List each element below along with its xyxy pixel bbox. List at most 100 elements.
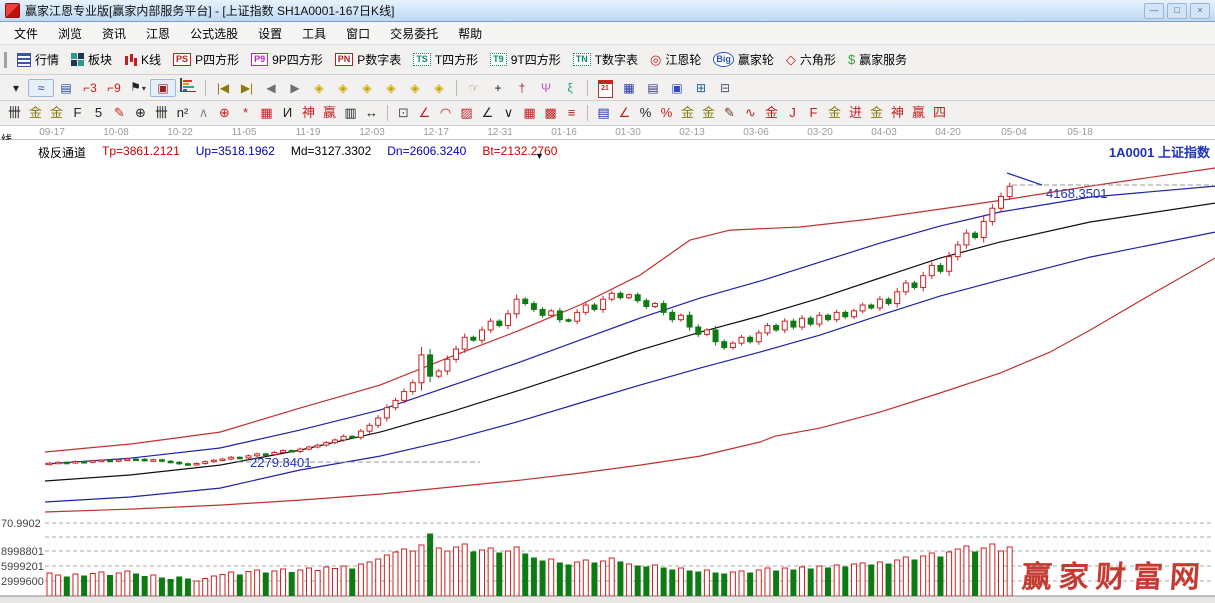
grid-arrow-box-button[interactable]: ▩ bbox=[540, 104, 561, 122]
close-button[interactable]: × bbox=[1190, 3, 1210, 19]
compress-9-bars-button[interactable]: ⌐9 bbox=[102, 79, 126, 97]
toolbar-button-kline[interactable]: K线 bbox=[118, 49, 167, 70]
stock-info-doc-button[interactable]: ▤ bbox=[54, 79, 78, 97]
red-grid-box-button[interactable]: ▦ bbox=[519, 104, 540, 122]
price-ruler-button[interactable]: ▥ bbox=[340, 104, 361, 122]
mark-pin-tool-button[interactable]: † bbox=[510, 79, 534, 97]
pattern-mark-tool-button[interactable]: Ψ bbox=[534, 79, 558, 97]
wave-abc-button[interactable]: ∿ bbox=[740, 104, 761, 122]
gann-model-box-button[interactable]: ▣ bbox=[150, 79, 176, 97]
chip-distribution-button[interactable]: ≈ bbox=[28, 79, 54, 97]
fibonacci-line-button[interactable]: F bbox=[67, 104, 88, 122]
toolbar-button-winner-service[interactable]: $赢家服务 bbox=[842, 49, 913, 70]
indicator-name[interactable]: 极反通道 bbox=[38, 144, 86, 161]
gold-speed-line-button[interactable]: 金 bbox=[824, 104, 845, 122]
zigzag-wave-button[interactable]: ∨ bbox=[498, 104, 519, 122]
toolbar-button-sectors[interactable]: 板块 bbox=[65, 49, 118, 70]
win-angle-line-button[interactable]: 赢 bbox=[908, 104, 929, 122]
toolbar-button-hexagon[interactable]: ◇六角形 bbox=[780, 49, 842, 70]
minimize-button[interactable]: — bbox=[1144, 3, 1164, 19]
calendar-button[interactable]: 21 bbox=[593, 77, 617, 98]
brush-mark-button[interactable]: ✎ bbox=[719, 104, 740, 122]
menu-item-window[interactable]: 窗口 bbox=[336, 22, 380, 45]
zoom-out-horizontal-button[interactable]: ◈ bbox=[307, 79, 331, 97]
shen-gann-tool-button[interactable]: 神 bbox=[298, 104, 319, 122]
f-angle-button[interactable]: F bbox=[803, 104, 824, 122]
crosshair-tool-button[interactable]: + bbox=[486, 79, 510, 97]
gold-ratio-line-button[interactable]: 金 bbox=[25, 104, 46, 122]
toolbar-button-gann-wheel[interactable]: ◎江恩轮 bbox=[644, 49, 707, 70]
toolbar-button-t-square[interactable]: TST四方形 bbox=[407, 49, 484, 70]
j-angle-button[interactable]: J bbox=[782, 104, 803, 122]
span-measure-button[interactable]: ↔ bbox=[361, 104, 382, 122]
menu-item-browse[interactable]: 浏览 bbox=[48, 22, 92, 45]
indicator-dropdown-arrow[interactable]: ▼ bbox=[535, 151, 544, 161]
pen-draw-button[interactable]: ✎ bbox=[109, 104, 130, 122]
zoom-fit-horizontal-button[interactable]: ◈ bbox=[355, 79, 379, 97]
hand-drag-tool-button[interactable]: ☞ bbox=[462, 79, 486, 97]
kline-chart-area[interactable]: 70.99028998801599920129996004168.3501227… bbox=[0, 140, 1215, 596]
smart-analyse-tool-button[interactable]: ξ bbox=[558, 79, 582, 97]
parallel-channel-button[interactable]: ≡ bbox=[561, 104, 582, 122]
menu-item-formula-stock-pick[interactable]: 公式选股 bbox=[180, 22, 248, 45]
print-button[interactable]: ⊟ bbox=[713, 79, 737, 97]
zoom-out-vertical-button[interactable]: ◈ bbox=[379, 79, 403, 97]
toolbar-button-t-number-table[interactable]: TNT数字表 bbox=[567, 49, 644, 70]
zoom-fit-vertical-button[interactable]: ◈ bbox=[427, 79, 451, 97]
toolbar-button-p-number-table[interactable]: PNP数字表 bbox=[329, 49, 408, 70]
gann-fan-red-button[interactable]: ∠ bbox=[414, 104, 435, 122]
spiral-line-button[interactable]: 5 bbox=[88, 104, 109, 122]
gann-box-red-button[interactable]: ▦ bbox=[256, 104, 277, 122]
star-radiate-button[interactable]: * bbox=[235, 104, 256, 122]
layout-dropdown-button[interactable]: ▾ bbox=[4, 79, 28, 97]
gold-angle-button[interactable]: 金 bbox=[761, 104, 782, 122]
toolbar-button-quotes[interactable]: 行情 bbox=[11, 49, 65, 70]
menu-item-settings[interactable]: 设置 bbox=[248, 22, 292, 45]
arc-fan-button[interactable]: ◠ bbox=[435, 104, 456, 122]
gold-price-line-button[interactable]: 金 bbox=[46, 104, 67, 122]
rect-select-button[interactable]: ⊡ bbox=[393, 104, 414, 122]
last-screen-button[interactable]: ▶| bbox=[235, 79, 259, 97]
win-gann-tool-button[interactable]: 赢 bbox=[319, 104, 340, 122]
gann-fan-black-button[interactable]: ∠ bbox=[477, 104, 498, 122]
volume-spectrum-button[interactable] bbox=[176, 78, 200, 97]
calculator-button[interactable]: ▦ bbox=[617, 79, 641, 97]
menu-item-gann[interactable]: 江恩 bbox=[136, 22, 180, 45]
toolbar-button-9p-square[interactable]: P99P四方形 bbox=[245, 49, 329, 70]
angle-mirror-button[interactable]: ∧ bbox=[193, 104, 214, 122]
kline-chart-canvas[interactable]: 70.99028998801599920129996004168.3501227… bbox=[0, 140, 1215, 596]
web-export-button[interactable]: ⊞ bbox=[689, 79, 713, 97]
x-cross-box-button[interactable]: ▨ bbox=[456, 104, 477, 122]
first-screen-button[interactable]: |◀ bbox=[211, 79, 235, 97]
gold-resist-line-button[interactable]: 金 bbox=[866, 104, 887, 122]
zoom-in-vertical-button[interactable]: ◈ bbox=[403, 79, 427, 97]
flag-marker-button[interactable]: ⚑▾ bbox=[126, 78, 150, 98]
compress-3-bars-button[interactable]: ⌐3 bbox=[78, 79, 102, 97]
gann-grid-line-button[interactable]: 卌 bbox=[4, 104, 25, 122]
menu-item-help[interactable]: 帮助 bbox=[448, 22, 492, 45]
next-screen-button[interactable]: ▶ bbox=[283, 79, 307, 97]
toolbar-grip[interactable] bbox=[4, 52, 7, 68]
percent-fan-button[interactable]: ∠ bbox=[614, 104, 635, 122]
shen-angle-line-button[interactable]: 神 bbox=[887, 104, 908, 122]
percent-line-button[interactable]: % bbox=[635, 104, 656, 122]
gold-levels-button[interactable]: 金 bbox=[698, 104, 719, 122]
maximize-button[interactable]: □ bbox=[1167, 3, 1187, 19]
si-angle-line-button[interactable]: 四 bbox=[929, 104, 950, 122]
percent-levels-button[interactable]: % bbox=[656, 104, 677, 122]
menu-item-news[interactable]: 资讯 bbox=[92, 22, 136, 45]
zoom-in-horizontal-button[interactable]: ◈ bbox=[331, 79, 355, 97]
save-layout-button[interactable]: ▣ bbox=[665, 79, 689, 97]
gold-circle-button[interactable]: 金 bbox=[677, 104, 698, 122]
jin-speed-line-button[interactable]: 进 bbox=[845, 104, 866, 122]
toolbar-button-winner-wheel[interactable]: Big赢家轮 bbox=[707, 49, 780, 70]
menu-item-tools[interactable]: 工具 bbox=[292, 22, 336, 45]
toolbar-button-9t-square[interactable]: T99T四方形 bbox=[484, 49, 567, 70]
wave-mark-button[interactable]: И bbox=[277, 104, 298, 122]
target-circle-button[interactable]: ⊕ bbox=[214, 104, 235, 122]
toolbar-button-p-square[interactable]: PSP四方形 bbox=[167, 49, 245, 70]
square-n2-line-button[interactable]: n² bbox=[172, 104, 193, 122]
memo-notes-button[interactable]: ▤ bbox=[641, 79, 665, 97]
menu-item-file[interactable]: 文件 bbox=[4, 22, 48, 45]
menu-item-trade-entrust[interactable]: 交易委托 bbox=[380, 22, 448, 45]
